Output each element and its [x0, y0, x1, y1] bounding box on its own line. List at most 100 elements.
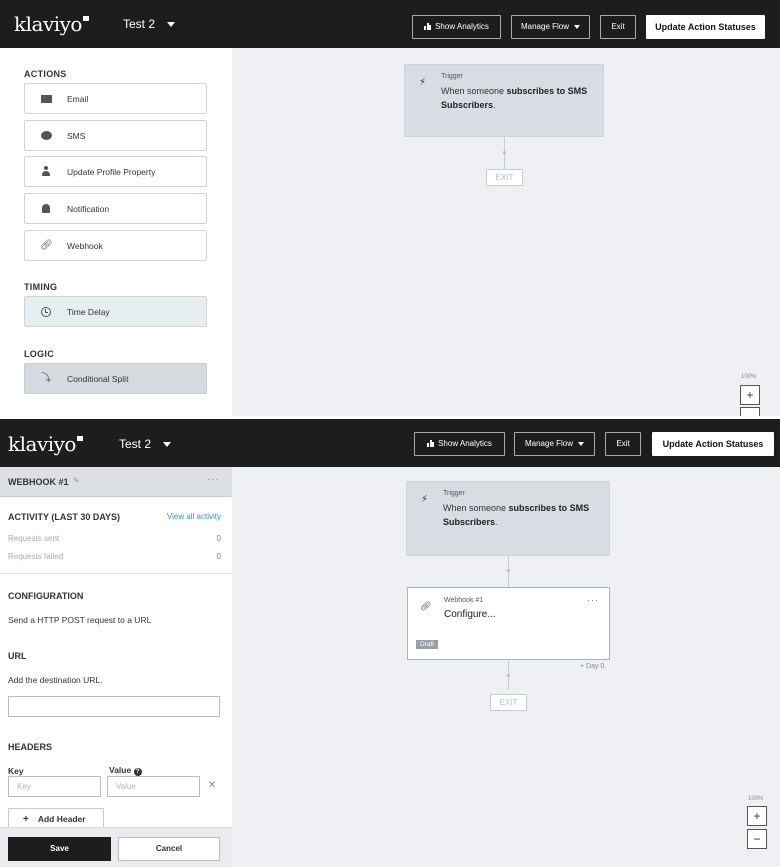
- key-label: Key: [8, 766, 24, 776]
- show-analytics-button[interactable]: Show Analytics: [412, 15, 501, 39]
- bar-chart-icon: [424, 23, 432, 30]
- url-heading: URL: [8, 651, 27, 661]
- timing-heading: TIMING: [24, 282, 58, 292]
- action-sms[interactable]: SMS: [24, 120, 207, 151]
- trigger-card[interactable]: ⚡︎ Trigger When someone subscribes to SM…: [404, 64, 604, 137]
- manage-flow-button[interactable]: Manage Flow: [514, 432, 595, 456]
- zoom-out-button[interactable]: −: [747, 829, 767, 849]
- zoom-level: 100%: [741, 374, 757, 380]
- close-icon[interactable]: ✕︎: [208, 780, 216, 791]
- zoom-in-button[interactable]: +: [747, 806, 767, 826]
- configuration-description: Send a HTTP POST request to a URL: [8, 615, 152, 625]
- zoom-in-button[interactable]: +: [740, 385, 760, 405]
- clock-icon: [40, 306, 52, 318]
- requests-sent-value: 0: [216, 534, 221, 543]
- requests-sent-label: Requests sent: [8, 534, 60, 543]
- trigger-label: Trigger: [441, 73, 463, 80]
- sidebar-footer: Save Cancel: [0, 827, 232, 867]
- connector-dot: [503, 151, 506, 154]
- more-options-icon[interactable]: ···: [207, 474, 220, 485]
- connector-dot: [507, 569, 510, 572]
- trigger-description: When someone subscribes to SMS Subscribe…: [441, 86, 588, 110]
- divider: [0, 573, 232, 574]
- action-sms-label: SMS: [67, 131, 86, 141]
- trigger-card[interactable]: ⚡︎ Trigger When someone subscribes to SM…: [406, 481, 610, 556]
- value-label: Value: [109, 765, 132, 775]
- flow-name-dropdown[interactable]: Test 2: [119, 437, 172, 451]
- bell-icon: [40, 203, 52, 215]
- action-update-profile-property[interactable]: Update Profile Property: [24, 156, 207, 187]
- save-button[interactable]: Save: [8, 837, 111, 861]
- view-all-activity-link[interactable]: View all activity: [167, 512, 221, 521]
- action-sidebar: ACTIONS Email SMS Update Profile Propert…: [0, 48, 232, 416]
- header-key-input[interactable]: Key: [8, 776, 101, 797]
- top-bar: klaviyo Test 2 Show Analytics Manage Flo…: [0, 419, 780, 467]
- envelope-icon: [40, 93, 52, 105]
- activity-heading: ACTIVITY (LAST 30 DAYS): [8, 512, 121, 522]
- actions-heading: ACTIONS: [24, 69, 67, 79]
- requests-failed-value: 0: [216, 552, 221, 561]
- headers-heading: HEADERS: [8, 742, 53, 752]
- more-options-icon[interactable]: ···: [587, 595, 599, 605]
- cancel-button[interactable]: Cancel: [118, 837, 220, 861]
- trigger-label: Trigger: [443, 490, 465, 497]
- flow-canvas[interactable]: ⚡︎ Trigger When someone subscribes to SM…: [232, 48, 780, 416]
- pencil-icon[interactable]: ✎︎: [73, 476, 80, 485]
- time-delay-label: Time Delay: [67, 307, 110, 317]
- action-email-label: Email: [67, 94, 89, 104]
- logic-conditional-split[interactable]: ⤵︎ Conditional Split: [24, 363, 207, 394]
- flow-builder-panel: klaviyo Test 2 Show Analytics Manage Flo…: [0, 0, 780, 416]
- action-email[interactable]: Email: [24, 83, 207, 114]
- connector-dot: [507, 674, 510, 677]
- flow-canvas[interactable]: ⚡︎ Trigger When someone subscribes to SM…: [232, 467, 780, 867]
- chevron-down-icon: [163, 442, 172, 448]
- show-analytics-button[interactable]: Show Analytics: [414, 432, 505, 456]
- flow-name-dropdown[interactable]: Test 2: [123, 17, 176, 31]
- trigger-description: When someone subscribes to SMS Subscribe…: [443, 503, 590, 527]
- timing-time-delay[interactable]: Time Delay: [24, 296, 207, 327]
- action-webhook[interactable]: 🔗︎ Webhook: [24, 230, 207, 261]
- action-notification-label: Notification: [67, 204, 110, 214]
- webhook-link-icon: 🔗︎: [420, 601, 432, 611]
- webhook-header: WEBHOOK #1 ✎︎ ···: [0, 467, 232, 497]
- requests-failed-label: Requests failed: [8, 552, 64, 561]
- update-action-statuses-button[interactable]: Update Action Statuses: [646, 15, 765, 39]
- plus-icon: +: [23, 814, 29, 825]
- top-bar: klaviyo Test 2 Show Analytics Manage Flo…: [0, 0, 780, 48]
- chevron-down-icon: [574, 24, 581, 29]
- exit-node: EXIT: [490, 694, 527, 711]
- lightning-icon: ⚡︎: [421, 494, 429, 505]
- manage-flow-button[interactable]: Manage Flow: [511, 15, 590, 39]
- configuration-heading: CONFIGURATION: [8, 591, 84, 601]
- url-input[interactable]: [8, 696, 220, 717]
- split-icon: ⤵︎: [41, 373, 51, 384]
- action-webhook-label: Webhook: [67, 241, 103, 251]
- zoom-out-button[interactable]: −: [740, 407, 760, 416]
- lightning-icon: ⚡︎: [419, 77, 427, 88]
- value-label-wrap: Value ?: [109, 765, 142, 776]
- exit-node: EXIT: [486, 169, 523, 186]
- update-action-statuses-button[interactable]: Update Action Statuses: [652, 432, 774, 456]
- exit-button[interactable]: Exit: [605, 432, 641, 456]
- webhook-card-label: Webhook #1: [444, 597, 484, 604]
- action-update-profile-label: Update Profile Property: [67, 167, 156, 177]
- webhook-editor-panel: klaviyo Test 2 Show Analytics Manage Flo…: [0, 419, 780, 867]
- help-icon[interactable]: ?: [133, 768, 142, 776]
- zoom-level: 100%: [748, 796, 764, 802]
- url-description: Add the destination URL.: [8, 675, 103, 685]
- webhook-card-status: Configure...: [444, 609, 496, 620]
- conditional-split-label: Conditional Split: [67, 374, 129, 384]
- webhook-card[interactable]: 🔗︎ Webhook #1 Configure... ··· Draft: [407, 587, 610, 660]
- klaviyo-logo[interactable]: klaviyo: [8, 432, 83, 456]
- draft-badge: Draft: [416, 640, 439, 649]
- chevron-down-icon: [578, 441, 585, 446]
- logic-heading: LOGIC: [24, 349, 54, 359]
- exit-button[interactable]: Exit: [600, 15, 636, 39]
- webhook-link-icon: 🔗︎: [40, 240, 53, 251]
- action-notification[interactable]: Notification: [24, 193, 207, 224]
- klaviyo-logo[interactable]: klaviyo: [14, 12, 89, 36]
- header-value-input[interactable]: Value: [107, 776, 200, 797]
- delay-day-label: + Day 0: [580, 663, 605, 670]
- bar-chart-icon: [427, 440, 435, 447]
- webhook-title: WEBHOOK #1: [8, 477, 69, 487]
